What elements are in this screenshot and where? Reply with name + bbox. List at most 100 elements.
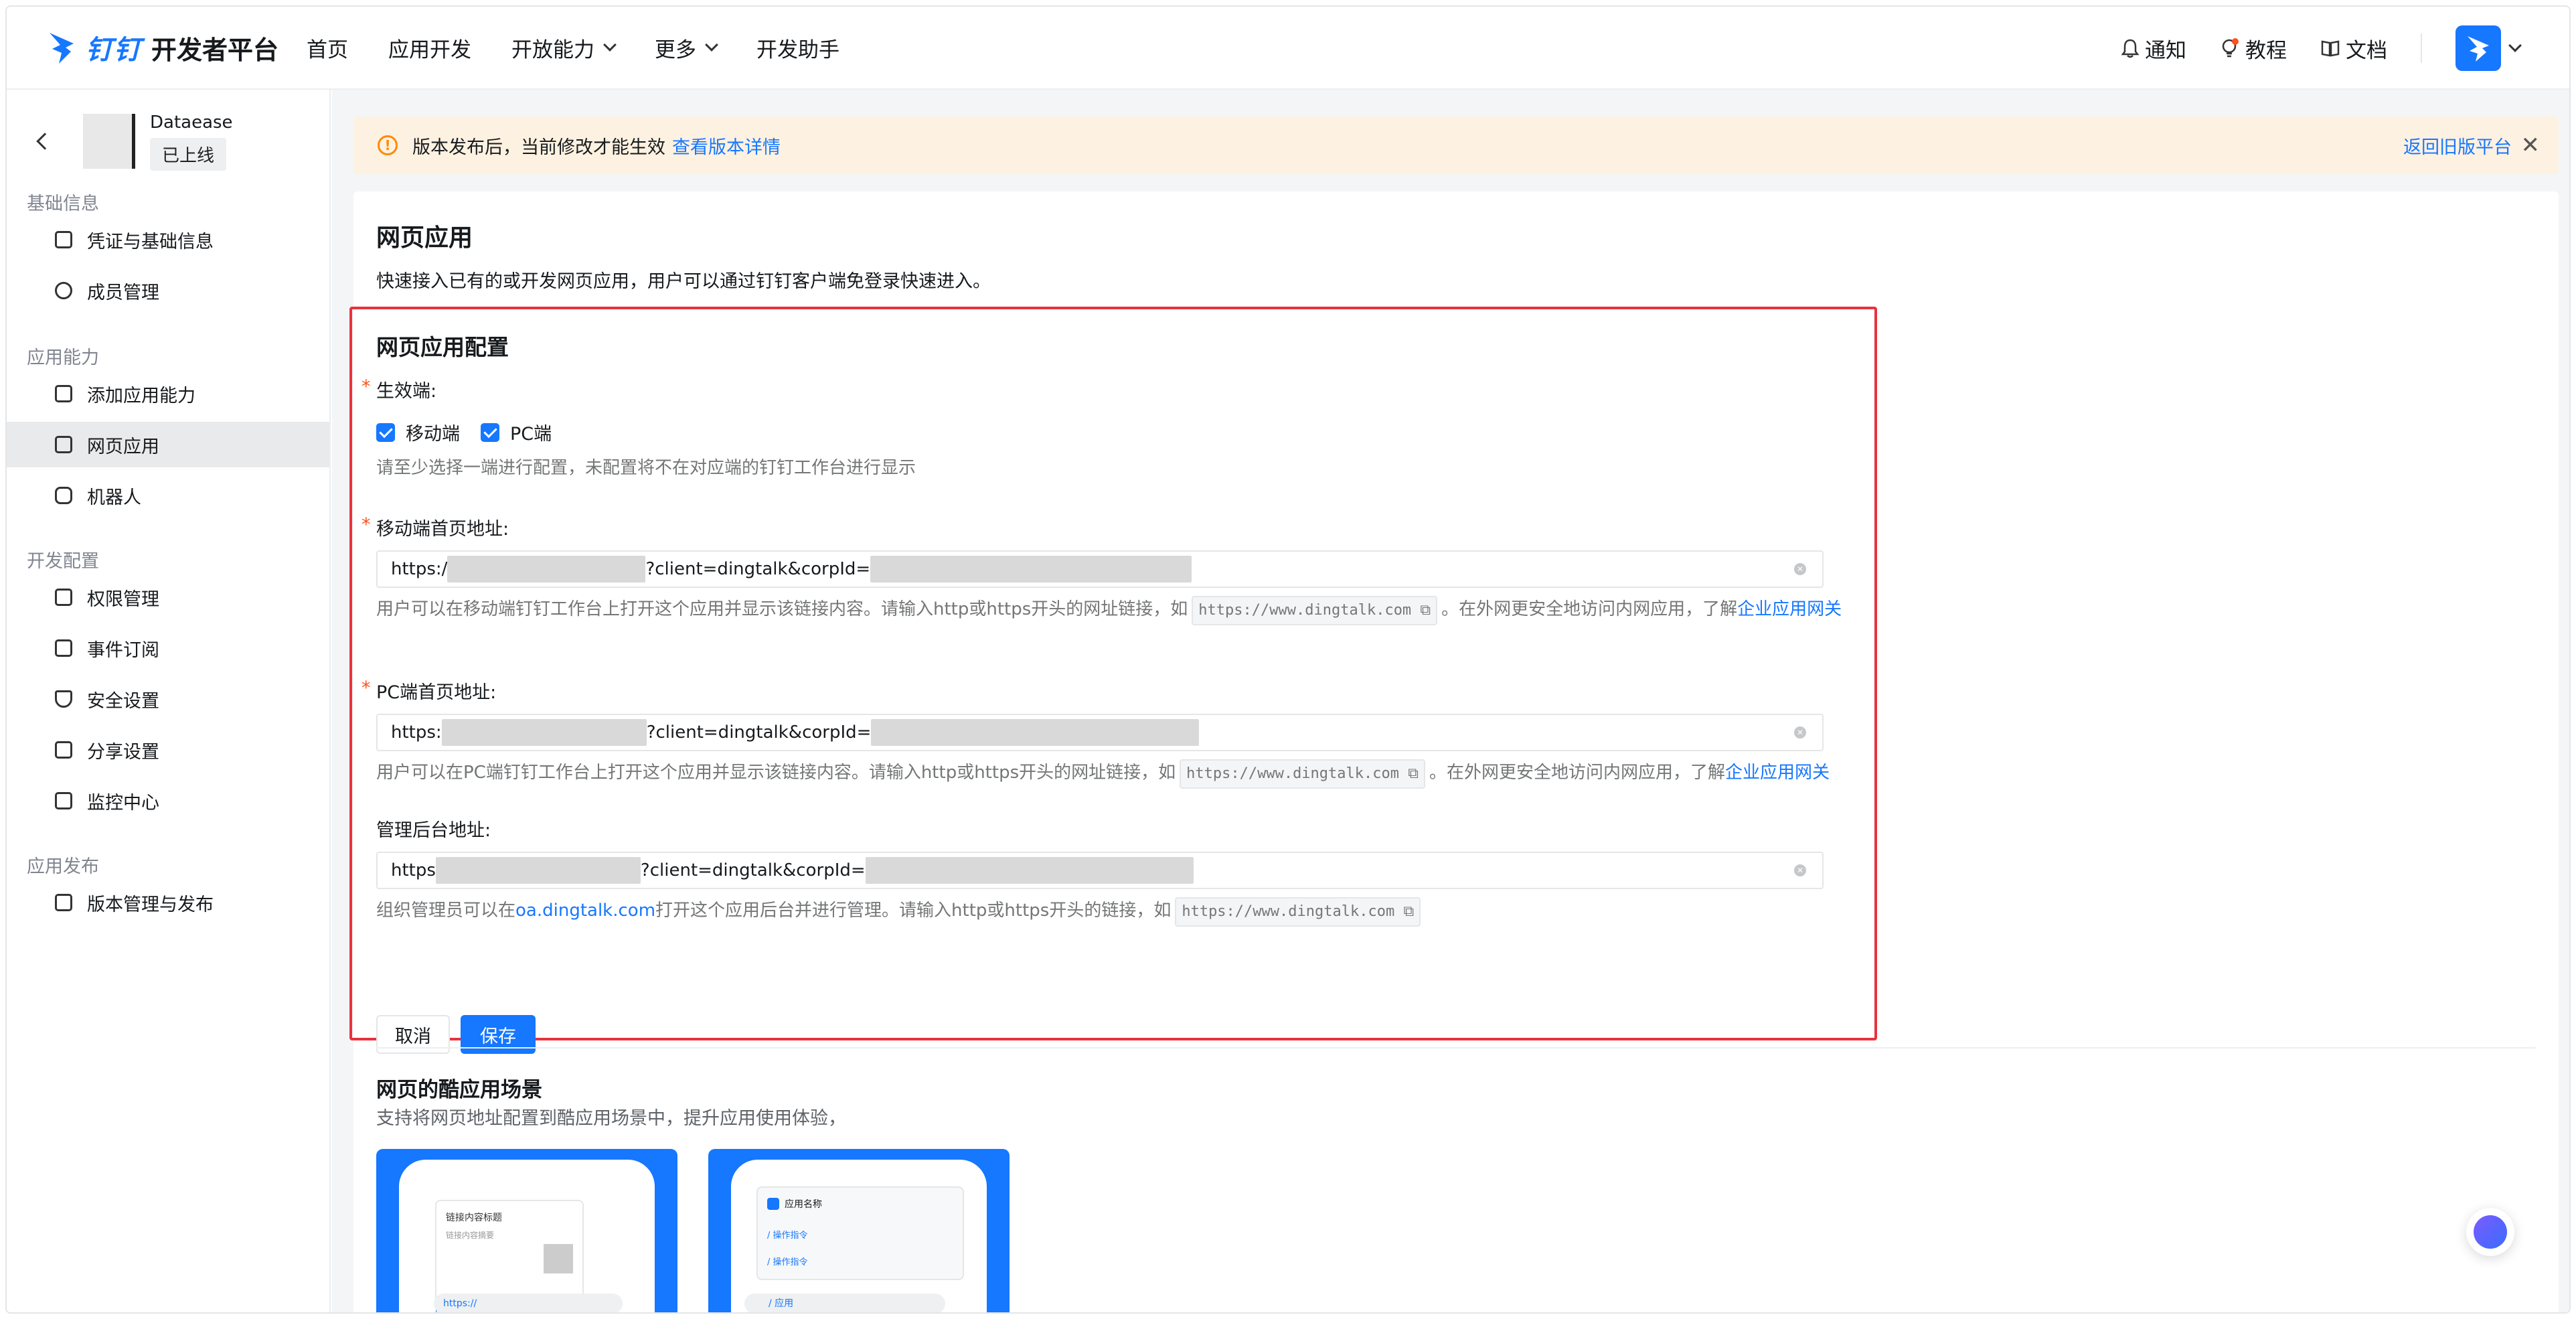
robot-icon [55, 487, 72, 504]
hint-text: 用户可以在PC端钉钉工作台上打开这个应用并显示该链接内容。请输入http或htt… [376, 763, 1176, 783]
gateway-link[interactable]: 企业应用网关 [1725, 763, 1830, 783]
sidebar-item-web-app[interactable]: 网页应用 [7, 422, 329, 467]
effective-label: 生效端: [376, 381, 437, 402]
scene-title: 网页的酷应用场景 [376, 1078, 542, 1102]
admin-url-label: 管理后台地址: [376, 820, 491, 841]
nav-more-label: 更多 [655, 37, 696, 62]
clear-input-icon[interactable]: ✕ [1794, 563, 1806, 575]
notice-banner: ! 版本发布后，当前修改才能生效 查看版本详情 返回旧版平台 ✕ [353, 117, 2559, 174]
chevron-down-icon [2508, 39, 2522, 52]
shield-icon [55, 690, 72, 708]
hint-text: 。在外网更安全地访问内网应用，了解 [1441, 599, 1738, 619]
nav-dev-assistant[interactable]: 开发助手 [756, 33, 839, 62]
assistant-float-button[interactable] [2466, 1208, 2514, 1256]
nav-home-label: 首页 [307, 37, 348, 62]
app-meta: Dataease 已上线 [150, 112, 233, 171]
sidebar-item-label: 安全设置 [87, 690, 159, 712]
clear-input-icon[interactable]: ✕ [1794, 726, 1806, 739]
sidebar-item-label: 事件订阅 [87, 639, 159, 661]
app-icon [767, 1198, 779, 1210]
nav-more[interactable]: 更多 [655, 33, 718, 62]
sidebar-item-label: 机器人 [87, 487, 141, 508]
sidebar-item-credentials[interactable]: 凭证与基础信息 [7, 217, 329, 262]
link-card-title: 链接内容标题 [446, 1213, 502, 1223]
oa-link[interactable]: oa.dingtalk.com [515, 901, 655, 921]
redacted-block [441, 719, 647, 746]
browser-window-icon [55, 436, 72, 453]
thumbnail [544, 1244, 573, 1273]
hint-text: 组织管理员可以在 [376, 901, 516, 921]
notify-button[interactable]: 通知 [2121, 27, 2186, 70]
scene-preview-card[interactable]: 链接内容标题 链接内容摘要 link https:// [376, 1149, 677, 1312]
phone-input: / 应用 [744, 1294, 945, 1312]
sidebar-item-members[interactable]: 成员管理 [7, 268, 329, 313]
example-url: https://www.dingtalk.com [1186, 765, 1400, 782]
mobile-url-query: ?client=dingtalk&corpId= [645, 559, 871, 579]
main-nav: 首页 应用开发 开放能力 更多 开发助手 [307, 33, 839, 62]
admin-url-hint: 组织管理员可以在oa.dingtalk.com打开这个应用后台并进行管理。请输入… [376, 897, 1425, 927]
share-icon [55, 741, 72, 759]
dingtalk-avatar-icon [2468, 36, 2489, 62]
clear-input-icon[interactable]: ✕ [1794, 864, 1806, 876]
group-dev-config: 开发配置 [27, 551, 99, 572]
app-name-label: 应用名称 [785, 1199, 822, 1210]
sidebar-item-monitor[interactable]: 监控中心 [7, 778, 329, 824]
divider [376, 1047, 2536, 1049]
pc-url-label: PC端首页地址: [376, 682, 497, 703]
nav-open-capability[interactable]: 开放能力 [511, 33, 617, 62]
sidebar-item-label: 权限管理 [87, 589, 159, 610]
user-menu[interactable] [2456, 25, 2522, 71]
phone-screen: 链接内容标题 链接内容摘要 link https:// [399, 1160, 655, 1312]
dingtalk-logo-icon [50, 33, 74, 64]
avatar [2456, 25, 2501, 71]
redacted-block [870, 556, 1192, 583]
sidebar-item-label: 凭证与基础信息 [87, 231, 214, 252]
status-badge: 已上线 [150, 137, 227, 171]
hint-text: 用户可以在移动端钉钉工作台上打开这个应用并显示该链接内容。请输入http或htt… [376, 599, 1188, 619]
app-window: 钉钉 开发者平台 首页 应用开发 开放能力 更多 开发助手 通知 教程 文档 D… [5, 5, 2571, 1314]
divider [2421, 33, 2422, 63]
chevron-down-icon [705, 38, 718, 52]
group-app-capability: 应用能力 [27, 347, 99, 368]
redacted-block [871, 719, 1200, 746]
sidebar-item-events[interactable]: 事件订阅 [7, 625, 329, 671]
hint-text: 打开这个应用后台并进行管理。请输入http或https开头的链接，如 [655, 901, 1172, 921]
back-arrow-icon[interactable] [36, 133, 54, 150]
admin-url-input[interactable]: https ?client=dingtalk&corpId= ✕ [376, 852, 1824, 889]
mobile-checkbox[interactable]: 移动端 [376, 419, 460, 445]
return-old-platform-link[interactable]: 返回旧版平台 [2403, 133, 2512, 159]
tutorial-button[interactable]: 教程 [2220, 27, 2287, 70]
sidebar-item-label: 成员管理 [87, 282, 159, 303]
hint-text: 。在外网更安全地访问内网应用，了解 [1429, 763, 1725, 783]
pc-checkbox[interactable]: PC端 [481, 419, 552, 445]
sidebar-item-versions[interactable]: 版本管理与发布 [7, 880, 329, 925]
nav-home[interactable]: 首页 [307, 33, 348, 62]
gateway-link[interactable]: 企业应用网关 [1737, 599, 1842, 619]
redacted-block [865, 857, 1194, 884]
docs-label: 文档 [2346, 38, 2387, 63]
group-basic-info: 基础信息 [27, 193, 99, 214]
docs-button[interactable]: 文档 [2320, 27, 2387, 70]
pc-url-input[interactable]: https: ?client=dingtalk&corpId= ✕ [376, 714, 1824, 751]
pc-url-prefix: https: [391, 722, 442, 743]
version-details-link[interactable]: 查看版本详情 [672, 133, 781, 159]
command-label: 操作指令 [773, 1231, 808, 1241]
command-label: 操作指令 [773, 1257, 808, 1267]
bulb-icon [2222, 38, 2239, 58]
mobile-url-input[interactable]: https:/ ?client=dingtalk&corpId= ✕ [376, 550, 1824, 588]
layers-icon [55, 894, 72, 911]
scene-preview-card[interactable]: 应用名称 / 操作指令 / 操作指令 / 应用 [708, 1149, 1010, 1312]
sidebar-item-security[interactable]: 安全设置 [7, 676, 329, 722]
web-app-card: 网页应用 快速接入已有的或开发网页应用，用户可以通过钉钉客户端免登录快速进入。 … [349, 191, 2559, 1312]
rss-icon [55, 639, 72, 657]
nav-app-dev[interactable]: 应用开发 [388, 33, 471, 62]
required-mark: * [361, 514, 371, 535]
logo[interactable]: 钉钉 开发者平台 [47, 27, 278, 68]
sidebar-item-permissions[interactable]: 权限管理 [7, 574, 329, 620]
sidebar-item-share[interactable]: 分享设置 [7, 727, 329, 773]
required-mark: * [361, 376, 371, 397]
close-icon[interactable]: ✕ [2521, 132, 2541, 159]
sidebar-item-label: 分享设置 [87, 741, 159, 763]
sidebar-item-add-capability[interactable]: 添加应用能力 [7, 371, 329, 416]
sidebar-item-robot[interactable]: 机器人 [7, 473, 329, 518]
